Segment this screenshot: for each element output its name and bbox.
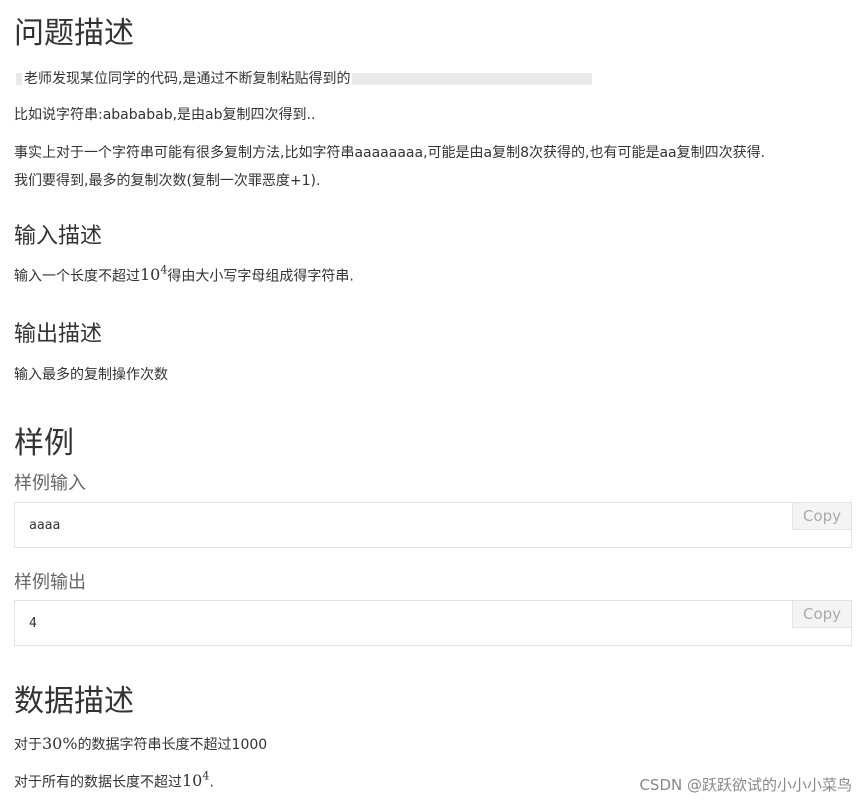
sample-output-value: 4 <box>29 616 37 631</box>
sample-input-box: aaaa Copy <box>14 502 852 548</box>
redacted-block <box>352 73 593 85</box>
data-desc-line-2: 对于所有的数据长度不超过104. <box>14 770 214 791</box>
input-desc-heading: 输入描述 <box>14 224 103 249</box>
output-desc-heading: 输出描述 <box>14 322 103 347</box>
samples-heading: 样例 <box>14 426 74 461</box>
sample-output-label: 样例输出 <box>14 572 86 593</box>
redacted-block <box>16 73 22 85</box>
problem-heading: 问题描述 <box>14 16 134 51</box>
problem-line-2: 比如说字符串:abababab,是由ab复制四次得到.. <box>14 107 316 123</box>
problem-line-4: 我们要得到,最多的复制次数(复制一次罪恶度+1). <box>14 173 321 189</box>
copy-sample-output-button[interactable]: Copy <box>792 601 851 628</box>
data-desc-line-1: 对于30%的数据字符串长度不超过1000 <box>14 734 268 753</box>
input-desc-text: 输入一个长度不超过104得由大小写字母组成得字符串. <box>14 264 354 285</box>
problem-line-1: 老师发现某位同学的代码,是通过不断复制粘贴得到的 <box>14 68 594 88</box>
problem-line-3: 事实上对于一个字符串可能有很多复制方法,比如字符串aaaaaaaa,可能是由a复… <box>14 145 766 161</box>
csdn-watermark: CSDN @跃跃欲试的小小小菜鸟 <box>639 776 852 794</box>
output-desc-text: 输入最多的复制操作次数 <box>14 367 168 383</box>
sample-input-value: aaaa <box>29 518 61 533</box>
copy-sample-input-button[interactable]: Copy <box>792 503 851 530</box>
data-desc-heading: 数据描述 <box>14 684 134 719</box>
sample-output-box: 4 Copy <box>14 600 852 646</box>
sample-input-label: 样例输入 <box>14 473 86 494</box>
